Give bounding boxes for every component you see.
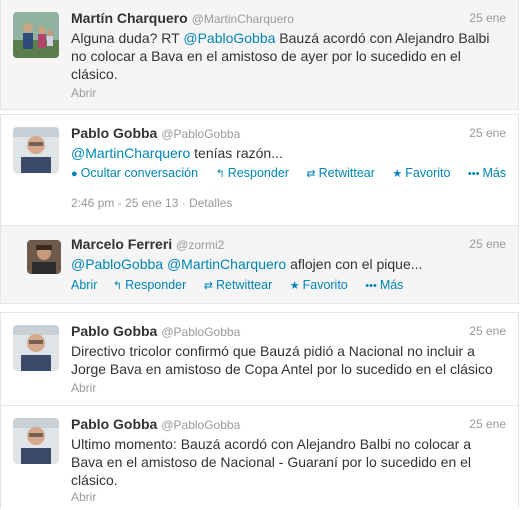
author-name[interactable]: Martín Charquero (71, 10, 188, 26)
mention-link[interactable]: @PabloGobba (71, 256, 163, 272)
action-label: Favorito (302, 278, 348, 292)
reply-tweet-card[interactable]: Marcelo Ferreri @zormi2 25 ene @PabloGobb… (1, 225, 518, 303)
timestamp[interactable]: 25 ene (469, 324, 506, 338)
action-label: Favorito (405, 166, 451, 180)
author-name[interactable]: Marcelo Ferreri (71, 236, 172, 252)
open-link[interactable]: Abrir (71, 490, 96, 504)
author-handle[interactable]: @MartinCharquero (192, 12, 294, 26)
tweet-text-part: Alguna duda? RT (71, 30, 184, 46)
reply-button[interactable]: ↰ Responder (216, 166, 289, 180)
avatar[interactable] (13, 127, 59, 173)
more-dots-icon: ••• (365, 280, 377, 292)
author-name[interactable]: Pablo Gobba (71, 125, 157, 141)
tweet-panel-1: Martín Charquero @MartinCharquero 25 ene … (0, 0, 519, 110)
tweet-text-part: tenías razón... (190, 145, 283, 161)
open-link[interactable]: Abrir (71, 381, 96, 395)
tweet-text: Ultimo momento: Bauzá acordó con Alejand… (71, 436, 472, 488)
author-name[interactable]: Pablo Gobba (71, 323, 157, 339)
tweet-card[interactable]: Pablo Gobba @PabloGobba 25 ene Ultimo mom… (1, 406, 518, 510)
author-name[interactable]: Pablo Gobba (71, 416, 157, 432)
action-label: Más (482, 166, 507, 180)
action-label: Retwittear (318, 166, 375, 180)
action-label: Más (379, 278, 404, 292)
author-handle[interactable]: @PabloGobba (161, 325, 240, 339)
author-handle[interactable]: @zormi2 (176, 238, 224, 252)
tweet-header: Marcelo Ferreri @zormi2 (71, 236, 224, 254)
tweet-header: Pablo Gobba @PabloGobba (71, 125, 240, 143)
reply-button[interactable]: ↰ Responder (113, 278, 186, 292)
retweet-button[interactable]: ⇄ Retwittear (306, 166, 375, 180)
reply-icon: ↰ (215, 168, 225, 180)
tweet-header: Martín Charquero @MartinCharquero (71, 10, 294, 28)
more-button[interactable]: ••• Más (365, 278, 403, 292)
tweet-text: @PabloGobba @MartinCharquero aflojen con… (71, 255, 488, 273)
avatar[interactable] (13, 325, 59, 371)
mention-link[interactable]: @MartinCharquero (167, 256, 286, 272)
tweet-text: Alguna duda? RT @PabloGobba Bauzá acordó… (71, 29, 498, 83)
tweet-card[interactable]: Martín Charquero @MartinCharquero 25 ene … (1, 0, 518, 110)
mention-link[interactable]: @MartinCharquero (71, 145, 190, 161)
author-handle[interactable]: @PabloGobba (161, 127, 240, 141)
timestamp[interactable]: 25 ene (469, 11, 506, 25)
more-button[interactable]: ••• Más (468, 166, 506, 180)
tweet-header: Pablo Gobba @PabloGobba (71, 416, 240, 434)
avatar[interactable] (27, 240, 61, 274)
timestamp[interactable]: 25 ene (469, 417, 506, 431)
tweet-actions: Abrir ↰ Responder ⇄ Retwittear ★ Favorito •… (71, 278, 417, 292)
star-icon: ★ (289, 280, 300, 292)
retweet-icon: ⇄ (306, 168, 316, 180)
tweet-header: Pablo Gobba @PabloGobba (71, 323, 240, 341)
avatar[interactable] (13, 12, 59, 58)
action-label: Retwittear (215, 278, 273, 292)
star-icon: ★ (392, 168, 403, 180)
open-link[interactable]: Abrir (71, 278, 97, 292)
open-link[interactable]: Abrir (71, 86, 96, 100)
hide-conversation-button[interactable]: ● Ocultar conversación (71, 166, 198, 180)
favorite-button[interactable]: ★ Favorito (290, 278, 348, 292)
action-label: Responder (125, 278, 187, 292)
timestamp[interactable]: 25 ene (469, 237, 506, 251)
retweet-icon: ⇄ (203, 280, 213, 292)
tweet-text: Directivo tricolor confirmó que Bauzá pi… (71, 343, 493, 377)
retweet-button[interactable]: ⇄ Retwittear (204, 278, 273, 292)
reply-icon: ↰ (112, 280, 123, 292)
favorite-button[interactable]: ★ Favorito (392, 166, 450, 180)
avatar[interactable] (13, 418, 59, 464)
tweet-panel-3: Pablo Gobba @PabloGobba 25 ene Directivo … (0, 312, 519, 509)
tweet-card[interactable]: Pablo Gobba @PabloGobba 25 ene Directivo … (1, 313, 518, 405)
tweet-text-part: aflojen con el pique... (286, 256, 423, 272)
tweet-panel-2: Pablo Gobba @PabloGobba 25 ene @MartinCha… (0, 114, 519, 304)
speech-bubble-icon: ● (71, 168, 78, 180)
tweet-card[interactable]: Pablo Gobba @PabloGobba 25 ene @MartinCha… (1, 115, 518, 225)
action-label: Ocultar conversación (80, 166, 199, 180)
tweet-actions: ● Ocultar conversación ↰ Responder ⇄ Retwit… (71, 166, 520, 180)
timestamp[interactable]: 25 ene (469, 126, 506, 140)
action-label: Responder (227, 166, 289, 180)
tweet-text: @MartinCharquero tenías razón... (71, 144, 488, 162)
tweet-details-meta[interactable]: 2:46 pm - 25 ene 13 · Detalles (71, 196, 232, 210)
mention-link[interactable]: @PabloGobba (183, 30, 275, 46)
author-handle[interactable]: @PabloGobba (161, 418, 240, 432)
more-dots-icon: ••• (467, 168, 480, 180)
